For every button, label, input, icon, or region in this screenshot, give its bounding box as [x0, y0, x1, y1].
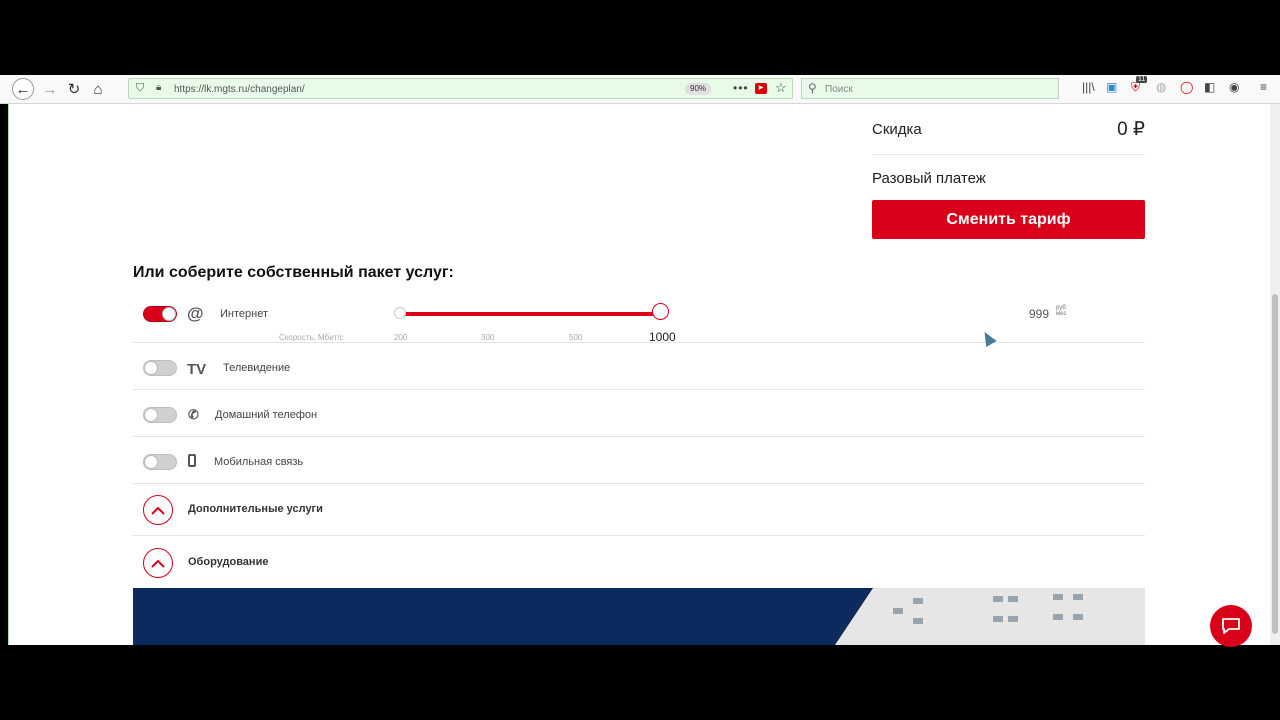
- opera-icon[interactable]: ◯: [1180, 80, 1193, 94]
- scrollbar-thumb[interactable]: [1272, 294, 1278, 634]
- discount-label: Скидка: [872, 121, 922, 138]
- window: [893, 608, 903, 614]
- page-content: Скидка 0 ₽ Разовый платеж Сменить тариф …: [8, 104, 1271, 645]
- tv-icon: TV: [187, 361, 207, 378]
- window: [1053, 614, 1063, 620]
- menu-icon[interactable]: ≡: [1260, 80, 1267, 94]
- chevron-up-icon[interactable]: [143, 495, 173, 525]
- equipment-label: Оборудование: [188, 556, 269, 568]
- mobile-icon: [188, 454, 196, 467]
- internet-toggle[interactable]: [143, 306, 177, 322]
- price-unit: руб мес: [1056, 305, 1067, 317]
- speed-tick: 300: [481, 333, 495, 342]
- promo-banner-image: [133, 588, 1145, 645]
- tv-toggle[interactable]: [143, 360, 177, 376]
- speed-slider-track[interactable]: [399, 312, 662, 316]
- change-plan-button[interactable]: Сменить тариф: [872, 200, 1145, 239]
- onetime-row: Разовый платеж: [872, 170, 1145, 188]
- divider: [133, 389, 1145, 390]
- window: [913, 618, 923, 624]
- window: [913, 598, 923, 604]
- bookmark-star-icon[interactable]: ☆: [775, 80, 787, 96]
- tracking-shield-icon[interactable]: ⛉: [136, 82, 144, 95]
- lock-icon[interactable]: 🔒︎: [156, 82, 161, 93]
- divider: [872, 154, 1145, 155]
- divider: [133, 483, 1145, 484]
- zoom-badge[interactable]: 90%: [685, 83, 712, 95]
- window: [993, 616, 1003, 622]
- save-icon[interactable]: ▣: [1106, 80, 1117, 94]
- library-icon[interactable]: |||\: [1082, 80, 1095, 94]
- discount-value: 0 ₽: [1117, 119, 1145, 140]
- window: [1073, 594, 1083, 600]
- toggle-knob: [144, 455, 158, 469]
- globe-icon[interactable]: ◍: [1156, 80, 1166, 94]
- search-bar[interactable]: ⚲ Поиск: [801, 78, 1059, 99]
- toggle-knob: [144, 361, 158, 375]
- youtube-icon[interactable]: ▶: [755, 83, 767, 94]
- speed-slider-handle[interactable]: [652, 303, 669, 320]
- internet-price: 999: [1029, 307, 1050, 321]
- phone-icon: ✆: [188, 407, 199, 422]
- toggle-knob: [162, 307, 176, 321]
- back-button[interactable]: ←: [12, 78, 34, 100]
- speed-slider-min-handle[interactable]: [394, 307, 406, 319]
- additional-services-label: Дополнительные услуги: [188, 503, 323, 515]
- building-image: [833, 588, 1145, 645]
- additional-services-section[interactable]: Дополнительные услуги: [133, 493, 1145, 539]
- chevron-up-icon[interactable]: [143, 548, 173, 578]
- internet-label: Интернет: [220, 308, 268, 320]
- sidebar-icon[interactable]: ◧: [1204, 80, 1215, 94]
- equipment-section[interactable]: Оборудование: [133, 546, 1145, 592]
- page-actions-icon[interactable]: •••: [733, 81, 749, 95]
- chat-icon: [1222, 618, 1240, 634]
- url-text[interactable]: https://lk.mgts.ru/changeplan/: [174, 84, 305, 95]
- speed-tick: 500: [569, 333, 583, 342]
- phone-toggle[interactable]: [143, 407, 177, 423]
- discount-row: Скидка 0 ₽: [872, 119, 1145, 140]
- page-scrollbar[interactable]: [1270, 104, 1280, 645]
- speed-tick: 200: [394, 333, 408, 342]
- window: [993, 596, 1003, 602]
- account-icon[interactable]: ◉: [1229, 80, 1239, 94]
- window: [1008, 596, 1018, 602]
- window: [1053, 594, 1063, 600]
- search-icon: ⚲: [808, 81, 817, 95]
- forward-button[interactable]: →: [40, 79, 60, 99]
- at-icon: @: [187, 304, 204, 323]
- builder-title: Или соберите собственный пакет услуг:: [133, 264, 454, 281]
- onetime-label: Разовый платеж: [872, 170, 986, 187]
- chat-button[interactable]: [1210, 605, 1252, 647]
- mobile-label: Мобильная связь: [214, 456, 304, 468]
- phone-label: Домашний телефон: [215, 409, 318, 421]
- tv-label: Телевидение: [223, 362, 291, 374]
- window: [1073, 614, 1083, 620]
- home-button[interactable]: ⌂: [88, 79, 108, 99]
- speed-caption: Скорость, Мбит/с: [279, 333, 344, 342]
- reload-button[interactable]: ↻: [64, 79, 84, 99]
- window: [1008, 616, 1018, 622]
- extension-badge: 11: [1136, 76, 1148, 83]
- toggle-knob: [144, 408, 158, 422]
- divider: [133, 535, 1145, 536]
- browser-toolbar: ← → ↻ ⌂ ⛉ 🔒︎ https://lk.mgts.ru/changepl…: [0, 75, 1280, 104]
- search-placeholder: Поиск: [825, 84, 853, 95]
- address-bar[interactable]: ⛉ 🔒︎ https://lk.mgts.ru/changeplan/ 90% …: [128, 78, 793, 99]
- divider: [133, 436, 1145, 437]
- mobile-toggle[interactable]: [143, 454, 177, 470]
